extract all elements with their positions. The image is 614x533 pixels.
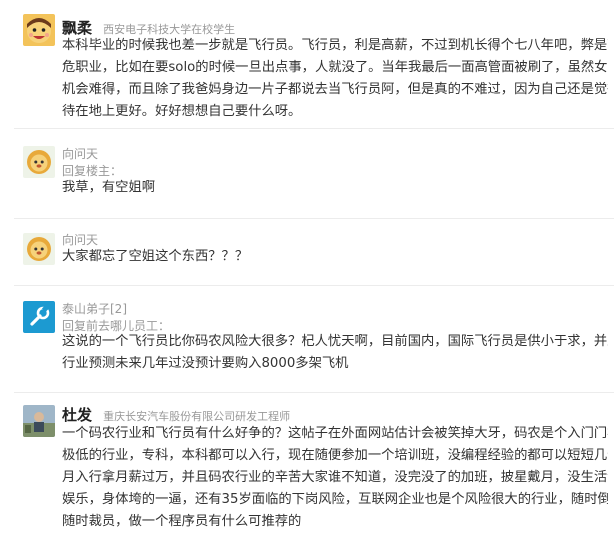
avatar[interactable] [23, 146, 55, 178]
comment-line: 大家都忘了空姐这个东西？？？ [62, 249, 249, 264]
comment-body: 一个码农行业和飞行员有什么好争的？这帖子在外面网站估计会被笑掉大牙，码农是个入门… [62, 423, 608, 533]
comment-line: 待在地上更好。好好想想自己要什么呀。 [62, 104, 302, 119]
divider [14, 218, 614, 219]
username[interactable]: 向问天 [62, 233, 98, 247]
avatar[interactable] [23, 233, 55, 265]
avatar[interactable] [23, 14, 55, 46]
comment-line: 机会难得，而且除了我爸妈身边一片子都说去当飞行员阿，但是真的不难过，因为自己还是… [62, 82, 608, 97]
comment-line: 随时裁员，做一个程序员有什么可推荐的 [62, 514, 302, 529]
avatar[interactable] [23, 405, 55, 437]
comment-line: 月入行拿月薪过万，并且码农行业的辛苦大家谁不知道，没完没了的加班，披星戴月，没生… [62, 470, 608, 485]
comment-body: 我草，有空姐啊 [62, 177, 608, 199]
username[interactable]: 泰山弟子[2] [62, 302, 127, 316]
comment-line: 这说的一个飞行员比你码农风险大很多？杞人忧天啊，目前国内，国际飞行员是供小于求，… [62, 334, 608, 349]
comment-line: 娱乐，身体垮的一逼，还有35岁面临的下岗风险，互联网企业也是个风险很大的行业，随… [62, 492, 608, 507]
username[interactable]: 杜发 [62, 406, 92, 424]
comment-header: 泰山弟子[2] [62, 298, 127, 317]
comment-header: 杜发 重庆长安汽车股份有限公司研发工程师 [62, 404, 290, 425]
user-title: 重庆长安汽车股份有限公司研发工程师 [103, 410, 291, 423]
divider [14, 285, 614, 286]
comment-line: 本科毕业的时候我也差一步就是飞行员。飞行员，利是高薪，不过到机长得个七八年吧，弊… [62, 38, 608, 53]
comment-line: 一个码农行业和飞行员有什么好争的？这帖子在外面网站估计会被笑掉大牙，码农是个入门… [62, 426, 608, 441]
comment-line: 行业预测未来几年过没预计要购入8000多架飞机 [62, 356, 349, 371]
divider [14, 128, 614, 129]
comment-line: 危职业，比如在要solo的时候一旦出点事，人就没了。当年我最后一面高管面被刷了，… [62, 60, 608, 75]
comment-body: 大家都忘了空姐这个东西？？？ [62, 246, 608, 268]
divider [14, 392, 614, 393]
comment-body: 本科毕业的时候我也差一步就是飞行员。飞行员，利是高薪，不过到机长得个七八年吧，弊… [62, 35, 608, 123]
comment-body: 这说的一个飞行员比你码农风险大很多？杞人忧天啊，目前国内，国际飞行员是供小于求，… [62, 331, 608, 375]
comment-line: 极低的行业，专科，本科都可以入行，现在随便参加一个培训班，没编程经验的都可以短短… [62, 448, 608, 463]
comment-header: 向问天 [62, 143, 98, 162]
avatar[interactable] [23, 301, 55, 333]
comment-line: 我草，有空姐啊 [62, 180, 156, 195]
username[interactable]: 向问天 [62, 147, 98, 161]
